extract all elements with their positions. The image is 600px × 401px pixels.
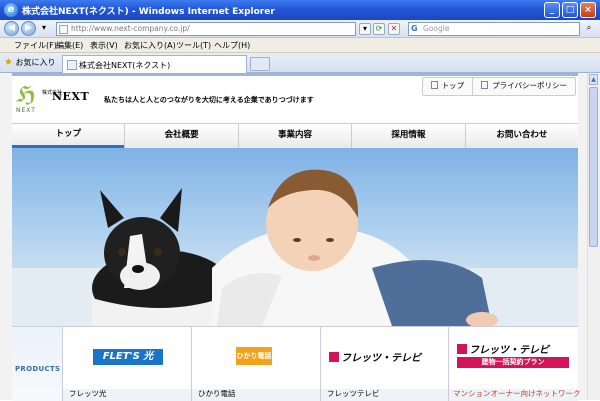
forward-arrow-icon: ▶ [25, 23, 32, 33]
util-link-label: プライバシーポリシー [492, 81, 567, 90]
back-button[interactable]: ◀ [4, 21, 19, 36]
star-icon: ★ [4, 57, 13, 68]
utility-nav: トップ プライバシーポリシー [421, 77, 576, 96]
product-caption: マンションオーナー向けネットワーク [453, 389, 581, 398]
chevron-down-icon: ▾ [41, 23, 46, 32]
products-strip: PRODUCTS FLET'S 光 フレッツ光 ひかり電話 ひかり電話 フレッツ… [12, 326, 581, 401]
menu-help[interactable]: ヘルプ(H) [214, 40, 250, 51]
dog-eye-right [154, 248, 162, 256]
hero-photo [12, 169, 578, 326]
new-tab-button[interactable] [250, 57, 270, 71]
product-hikari-denwa[interactable]: ひかり電話 ひかり電話 [192, 327, 321, 401]
util-link-label: トップ [441, 81, 465, 90]
page-icon [59, 25, 68, 34]
refresh-icon: ⟳ [375, 24, 383, 33]
history-dropdown[interactable]: ▾ [38, 23, 50, 35]
company-logo[interactable]: ℌ 株式会社 NEXT NEXT [16, 85, 96, 117]
products-label-box: PRODUCTS [12, 327, 63, 401]
close-icon: × [584, 5, 592, 15]
menu-bar: ファイル(F) 編集(E) 表示(V) お気に入り(A) ツール(T) ヘルプ(… [0, 38, 600, 53]
menu-view[interactable]: 表示(V) [90, 40, 118, 51]
top-accent-line [12, 73, 578, 76]
address-toolbar: ◀ ▶ ▾ http://www.next-company.co.jp/ ▾ ⟳… [0, 20, 600, 38]
scroll-up-arrow-icon[interactable]: ▲ [589, 74, 598, 85]
website: トップ プライバシーポリシー ℌ 株式会社 NEXT NEXT 私たちは人と人と… [12, 73, 581, 401]
back-arrow-icon: ◀ [8, 23, 15, 33]
nav-top[interactable]: トップ [12, 124, 125, 148]
menu-file[interactable]: ファイル(F) [14, 40, 57, 51]
logo-name: NEXT [52, 90, 90, 103]
close-button[interactable]: × [580, 2, 596, 18]
menu-favorites[interactable]: お気に入り(A) [124, 40, 176, 51]
util-link-privacy[interactable]: プライバシーポリシー [472, 78, 575, 95]
dog-eye-left [118, 248, 126, 256]
baby-eye-right [326, 238, 334, 242]
products-label: PRODUCTS [15, 365, 61, 373]
minimize-icon: _ [549, 5, 555, 15]
flets-tv-logo-text: フレッツ・テレビ [341, 353, 421, 364]
search-input[interactable]: G Google [408, 22, 580, 36]
product-flets-tv-building[interactable]: フレッツ・テレビ 建物一括契約プラン マンションオーナー向けネットワーク [449, 327, 581, 401]
building-plan-badge: 建物一括契約プラン [457, 357, 569, 368]
tagline: 私たちは人と人とのつながりを大切に考える企業でありつづけます [104, 96, 314, 104]
title-bar: e 株式会社NEXT(ネクスト) - Windows Internet Expl… [0, 0, 600, 20]
flets-tv-logo: フレッツ・テレビ [457, 341, 549, 356]
forward-button[interactable]: ▶ [21, 21, 36, 36]
window-title: 株式会社NEXT(ネクスト) - Windows Internet Explor… [22, 7, 275, 17]
favorites-button[interactable]: ★ お気に入り [4, 57, 56, 68]
util-link-top[interactable]: トップ [423, 78, 473, 95]
refresh-button[interactable]: ⟳ [373, 23, 385, 35]
favorites-bar: ★ お気に入り 株式会社NEXT(ネクスト) [0, 53, 600, 73]
baby-eye-left [293, 238, 301, 242]
chevron-down-icon: ▾ [362, 24, 367, 33]
menu-tools[interactable]: ツール(T) [176, 40, 211, 51]
baby-mouth [308, 255, 320, 261]
vertical-scrollbar[interactable]: ▲ [587, 73, 600, 400]
maximize-icon: □ [565, 5, 575, 15]
nav-recruit[interactable]: 採用情報 [351, 124, 464, 148]
stop-button[interactable]: ✕ [388, 23, 400, 35]
tab-title: 株式会社NEXT(ネクスト) [79, 61, 171, 70]
product-flets-tv[interactable]: フレッツ・テレビ フレッツテレビ [321, 327, 449, 401]
page-icon [67, 60, 77, 70]
logo-mark-icon: ℌ [16, 83, 37, 108]
scroll-thumb[interactable] [589, 87, 598, 247]
stop-icon: ✕ [390, 24, 398, 33]
flets-tv-logo-text: フレッツ・テレビ [469, 345, 549, 356]
product-caption: ひかり電話 [198, 389, 236, 398]
browser-tab[interactable]: 株式会社NEXT(ネクスト) [62, 55, 247, 73]
google-icon: G [411, 24, 418, 33]
ie-icon: e [4, 3, 18, 17]
address-dropdown[interactable]: ▾ [359, 23, 371, 35]
flets-logo: FLET'S 光 [93, 349, 163, 365]
favorites-label: お気に入り [15, 58, 56, 67]
nav-company[interactable]: 会社概要 [124, 124, 237, 148]
global-nav: トップ 会社概要 事業内容 採用情報 お問い合わせ [12, 123, 578, 149]
address-url: http://www.next-company.co.jp/ [71, 24, 190, 33]
document-icon [481, 81, 489, 89]
hikari-denwa-logo: ひかり電話 [236, 347, 272, 365]
dog-nose [132, 265, 144, 273]
maximize-button[interactable]: □ [562, 2, 578, 18]
nav-business[interactable]: 事業内容 [237, 124, 351, 148]
dog-ear-left [100, 190, 124, 228]
product-caption: フレッツ光 [69, 389, 107, 398]
logo-sub: NEXT [16, 107, 36, 114]
search-placeholder: Google [423, 24, 450, 33]
search-button[interactable]: ⌕ [583, 23, 595, 35]
flets-tv-logo: フレッツ・テレビ [329, 349, 421, 364]
address-input[interactable]: http://www.next-company.co.jp/ [56, 22, 356, 36]
tv-logo-icon [329, 352, 339, 362]
product-flets-hikari[interactable]: FLET'S 光 フレッツ光 [63, 327, 192, 401]
search-icon: ⌕ [586, 23, 592, 32]
minimize-button[interactable]: _ [544, 2, 560, 18]
nav-contact[interactable]: お問い合わせ [464, 124, 578, 148]
product-caption: フレッツテレビ [327, 389, 380, 398]
menu-edit[interactable]: 編集(E) [56, 40, 83, 51]
hero-image [12, 148, 578, 326]
tv-logo-icon [457, 344, 467, 354]
page-viewport: トップ プライバシーポリシー ℌ 株式会社 NEXT NEXT 私たちは人と人と… [0, 73, 600, 401]
page-icon [430, 81, 438, 89]
